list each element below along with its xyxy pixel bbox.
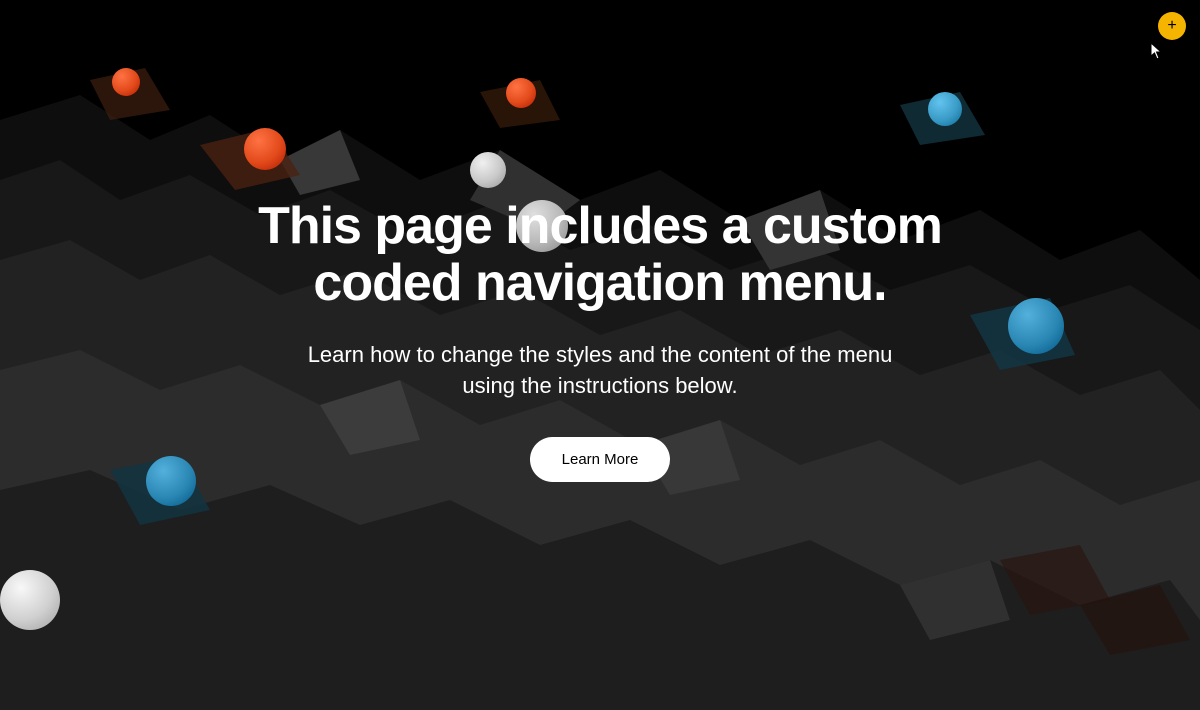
menu-toggle-button[interactable]: + [1158, 12, 1186, 40]
plus-icon: + [1167, 18, 1176, 34]
hero-heading: This page includes a custom coded naviga… [250, 198, 950, 312]
learn-more-button[interactable]: Learn More [530, 437, 671, 482]
hero-section: This page includes a custom coded naviga… [0, 0, 1200, 710]
hero-subheading: Learn how to change the styles and the c… [280, 340, 920, 402]
